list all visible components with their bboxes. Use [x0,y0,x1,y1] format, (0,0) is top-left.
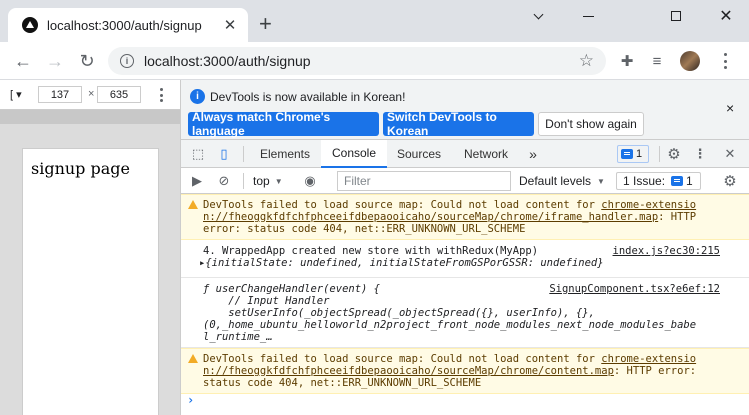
reload-icon[interactable]: ↻ [76,50,98,72]
language-infobar: i DevTools is now available in Korean! ×… [181,80,749,140]
browser-tab[interactable]: localhost:3000/auth/signup ✕ [8,8,248,42]
filter-input[interactable]: Filter [337,171,511,191]
window-close-button[interactable]: ✕ [703,4,749,28]
console-warning: DevTools failed to load source map: Coul… [181,348,749,394]
maximize-button[interactable] [653,4,699,28]
device-more-icon[interactable] [160,88,164,102]
sidebar-toggle-icon[interactable]: ▶ [188,172,206,190]
source-map-link-cont[interactable]: n://fheoggkfdfchfphceeifdbepaooicaho/sou… [203,365,614,377]
console-log: DevTools failed to load source map: Coul… [181,194,749,415]
infobar-close-icon[interactable]: × [726,100,734,116]
tab-network[interactable]: Network [453,140,519,168]
source-link-signup[interactable]: SignupComponent.tsx?e6ef:12 [549,283,720,295]
close-devtools-icon[interactable]: ✕ [721,145,739,163]
infobar-message: DevTools is now available in Korean! [210,90,406,104]
back-arrow-icon[interactable]: ← [12,50,34,72]
inspect-element-icon[interactable]: ⬚ [189,145,207,163]
info-icon: i [190,89,205,104]
tab-title: localhost:3000/auth/signup [47,17,202,33]
device-mode-dropdown[interactable]: [ ▾ [10,88,22,101]
browser-toolbar: ← → ↻ i localhost:3000/auth/signup ☆ ✚ ≡ [0,42,749,80]
media-control-icon[interactable]: ≡ [648,52,666,70]
warning-icon [188,200,198,209]
devtools-panel: i DevTools is now available in Korean! ×… [180,80,749,415]
console-log-entry: 4. WrappedApp created new store with wit… [181,240,749,278]
tab-search-chevron-icon[interactable] [515,4,561,28]
more-tabs-icon[interactable]: » [521,140,545,168]
tab-elements[interactable]: Elements [251,140,319,168]
source-map-link[interactable]: chrome-extensio [601,353,696,365]
devtools-tabs: ⬚ ▯ Elements Console Sources Network » 1… [181,140,749,168]
devtools-menu-icon[interactable]: ⋮ [691,145,709,163]
address-bar[interactable]: i localhost:3000/auth/signup ☆ [108,47,606,75]
console-prompt-row[interactable]: › [181,394,749,410]
device-toolbar: [ ▾ 137 × 635 [0,80,180,110]
url-text[interactable]: localhost:3000/auth/signup [144,53,579,69]
messages-count: 1 [636,148,643,160]
source-map-link-cont[interactable]: n://fheoggkfdfchfphceeifdbepaooicaho/sou… [203,211,658,223]
console-log-entry: ƒ userChangeHandler(event) { // Input Ha… [181,278,749,348]
switch-to-korean-button[interactable]: Switch DevTools to Korean [383,110,534,138]
minimize-button[interactable] [565,4,611,28]
source-link-index[interactable]: index.js?ec30:215 [613,245,720,257]
device-toggle-icon[interactable]: ▯ [215,145,233,163]
width-input[interactable]: 137 [38,86,82,103]
extensions-puzzle-icon[interactable]: ✚ [618,52,636,70]
log-levels-dropdown[interactable]: Default levels ▼ [519,172,605,190]
message-icon [621,149,633,159]
forward-arrow-icon[interactable]: → [44,50,66,72]
console-warning: DevTools failed to load source map: Coul… [181,194,749,240]
height-input[interactable]: 635 [97,86,141,103]
issues-label: 1 Issue: [623,174,666,188]
live-expression-eye-icon[interactable]: ◉ [301,172,319,190]
tab-sources[interactable]: Sources [389,140,449,168]
dimension-separator: × [88,88,95,100]
messages-badge[interactable]: 1 [617,145,649,163]
vercel-favicon-icon [22,17,38,33]
context-label: top [253,174,270,188]
new-tab-button[interactable]: + [259,13,272,35]
warning-icon [188,354,198,363]
settings-gear-icon[interactable]: ⚙ [665,145,683,163]
chevron-down-icon: ▼ [597,176,605,186]
console-settings-gear-icon[interactable]: ⚙ [721,172,739,190]
always-match-language-button[interactable]: Always match Chrome's language [188,110,379,138]
bookmark-star-icon[interactable]: ☆ [579,51,594,71]
tab-strip: localhost:3000/auth/signup ✕ + ✕ [0,0,749,42]
expandable-object[interactable]: ▸{initialState: undefined, initialStateF… [199,257,726,269]
chevron-down-icon: ▼ [274,176,283,186]
source-map-link[interactable]: chrome-extensio [601,199,696,211]
tab-console[interactable]: Console [321,140,387,168]
issues-button[interactable]: 1 Issue: 1 [616,172,701,190]
page-body-text: signup page [31,159,130,178]
profile-avatar[interactable] [680,51,700,71]
chrome-menu-icon[interactable] [724,53,728,69]
issues-count: 1 [686,174,693,188]
console-toolbar: ▶ ⊘ top ▼ ◉ Filter Default levels ▼ 1 Is… [181,168,749,194]
levels-label: Default levels [519,174,592,188]
ruler [0,110,180,124]
context-selector[interactable]: top ▼ [253,172,283,190]
clear-console-icon[interactable]: ⊘ [215,172,233,190]
dont-show-again-button[interactable]: Don't show again [538,112,644,136]
page-preview-area: [ ▾ 137 × 635 signup page [0,80,180,415]
console-prompt[interactable]: › [187,394,194,406]
page-viewport: signup page [22,148,159,415]
site-info-icon[interactable]: i [120,54,134,68]
issue-icon [671,176,684,186]
tab-close-icon[interactable]: ✕ [220,15,240,35]
